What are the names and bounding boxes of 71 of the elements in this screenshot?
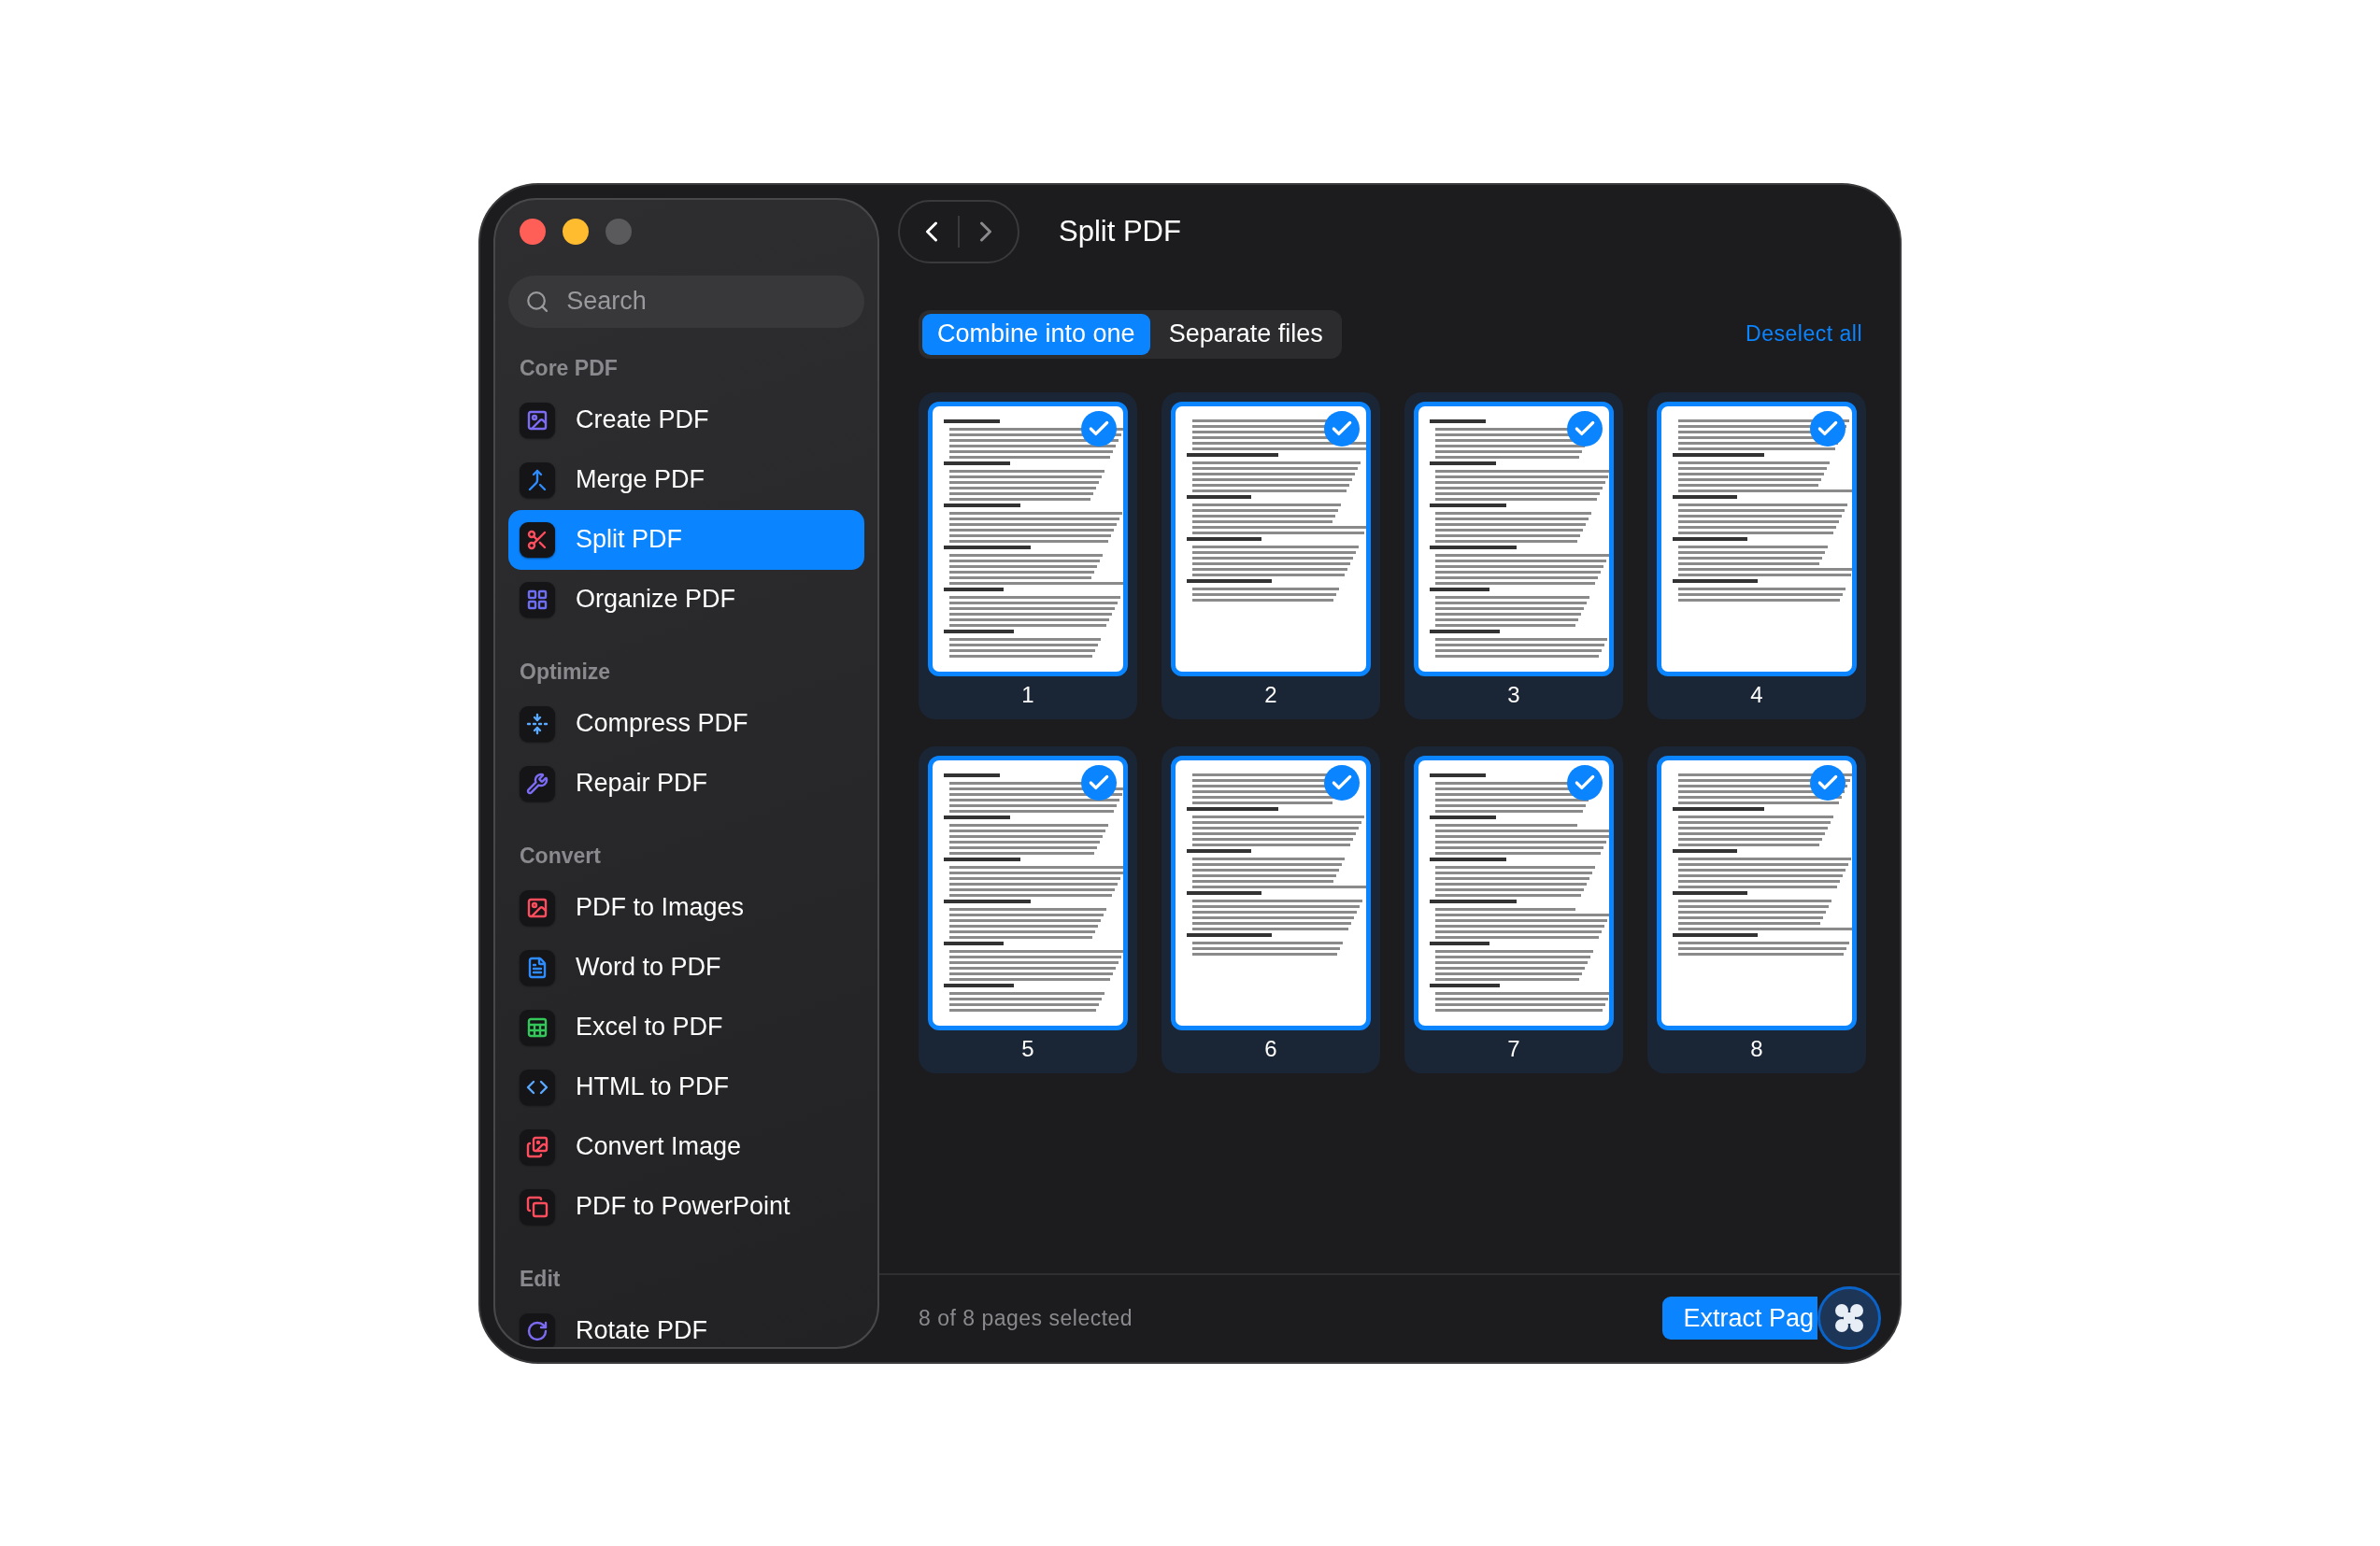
item-label: Repair PDF <box>576 769 708 798</box>
page-number: 4 <box>1750 680 1763 709</box>
item-label: Rotate PDF <box>576 1316 708 1345</box>
page-number: 2 <box>1264 680 1277 709</box>
images-icon <box>520 1128 555 1165</box>
item-label: Word to PDF <box>576 953 721 982</box>
item-label: PDF to Images <box>576 893 745 922</box>
stack-icon <box>520 1188 555 1225</box>
section-label: Optimize <box>519 658 612 686</box>
page-card[interactable]: 5 <box>919 745 1137 1073</box>
table-icon <box>520 1009 555 1045</box>
image-icon <box>520 402 555 438</box>
item-label: HTML to PDF <box>576 1072 730 1101</box>
item-label: PDF to PowerPoint <box>576 1192 791 1221</box>
search-field[interactable]: Search <box>508 275 864 328</box>
image-icon <box>520 889 555 926</box>
code-icon <box>520 1069 555 1105</box>
item-label: Create PDF <box>576 405 709 434</box>
sidebar-item[interactable]: Organize PDF <box>508 569 864 630</box>
logo-icon[interactable] <box>1817 1286 1881 1350</box>
search-input[interactable]: Search <box>564 286 848 317</box>
page-number: 5 <box>1021 1034 1034 1063</box>
merge-icon <box>520 461 555 498</box>
page-card[interactable]: 4 <box>1647 391 1866 719</box>
item-label: Excel to PDF <box>576 1013 723 1042</box>
item-label: Compress PDF <box>576 709 748 738</box>
page-card[interactable]: 8 <box>1647 745 1866 1073</box>
page-number: 1 <box>1021 680 1034 709</box>
close-button[interactable] <box>520 218 546 245</box>
deselect-all-link[interactable]: Deselect all <box>1746 321 1862 347</box>
mode-tab[interactable]: Combine into one <box>922 313 1150 355</box>
sidebar-item[interactable]: Create PDF <box>508 390 864 450</box>
page-card[interactable]: 7 <box>1404 745 1623 1073</box>
item-label: Merge PDF <box>576 465 705 494</box>
item-label: Organize PDF <box>576 585 736 614</box>
section-label: Edit <box>519 1265 562 1293</box>
sidebar-item[interactable]: Repair PDF <box>508 753 864 814</box>
sidebar-item[interactable]: Word to PDF <box>508 937 864 998</box>
page-title: Split PDF <box>1059 214 1181 248</box>
page-number: 3 <box>1507 680 1520 709</box>
zoom-button[interactable] <box>606 218 632 245</box>
item-label: Split PDF <box>576 525 683 554</box>
sidebar-item[interactable]: Merge PDF <box>508 449 864 510</box>
minimize-button[interactable] <box>563 218 589 245</box>
page-card[interactable]: 6 <box>1161 745 1380 1073</box>
page-card[interactable]: 2 <box>1161 391 1380 719</box>
rotate-icon <box>520 1312 555 1347</box>
section-label: Core PDF <box>519 354 619 382</box>
wrench-icon <box>520 765 555 801</box>
page-card[interactable]: 1 <box>919 391 1137 719</box>
page-number: 7 <box>1507 1034 1520 1063</box>
sidebar-item[interactable]: Convert Image <box>508 1116 864 1177</box>
selection-status: 8 of 8 pages selected <box>919 1305 1133 1331</box>
sidebar-item[interactable]: PDF to Images <box>508 877 864 938</box>
item-label: Convert Image <box>576 1132 742 1161</box>
scissors-icon <box>520 521 555 558</box>
mode-tab[interactable]: Separate files <box>1153 313 1338 355</box>
extract-button[interactable]: Extract Pag <box>1662 1297 1817 1340</box>
sidebar-item[interactable]: Compress PDF <box>508 693 864 754</box>
page-number: 8 <box>1750 1034 1763 1063</box>
page-card[interactable]: 3 <box>1404 391 1623 719</box>
sidebar-item[interactable]: Rotate PDF <box>508 1300 864 1347</box>
sidebar-item[interactable]: Split PDF <box>508 509 864 570</box>
sidebar-item[interactable]: PDF to PowerPoint <box>508 1176 864 1237</box>
section-label: Convert <box>519 842 602 870</box>
sidebar-item[interactable]: HTML to PDF <box>508 1057 864 1117</box>
sidebar-item[interactable]: Excel to PDF <box>508 997 864 1057</box>
compress-icon <box>520 705 555 742</box>
document-icon <box>520 949 555 986</box>
page-number: 6 <box>1264 1034 1277 1063</box>
grid-icon <box>520 581 555 617</box>
